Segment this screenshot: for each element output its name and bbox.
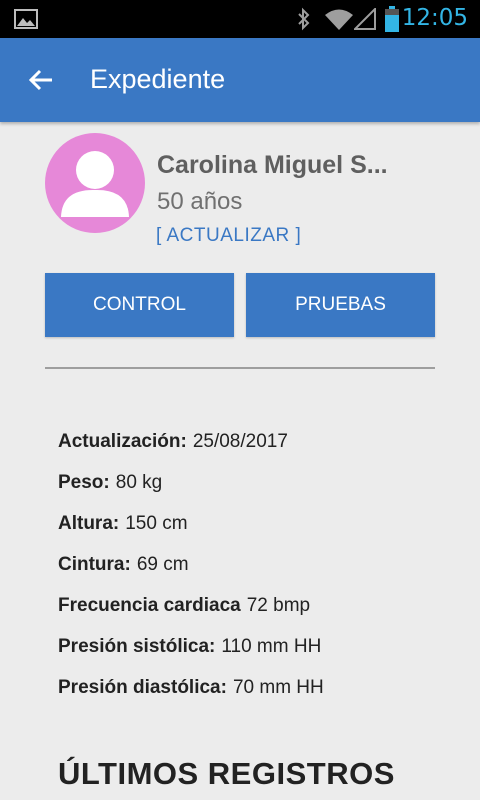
person-icon bbox=[61, 151, 129, 217]
info-row-cintura: Cintura: 69 cm bbox=[58, 554, 324, 595]
info-value: 80 kg bbox=[115, 472, 163, 493]
info-label: Peso: bbox=[58, 472, 110, 493]
section-title: ÚLTIMOS REGISTROS bbox=[58, 756, 395, 791]
control-button[interactable]: CONTROL bbox=[45, 273, 234, 337]
info-row-frecuencia: Frecuencia cardiaca 72 bmp bbox=[58, 595, 324, 636]
info-label: Altura: bbox=[58, 513, 120, 534]
info-value: 150 cm bbox=[125, 513, 188, 534]
page-title: Expediente bbox=[90, 64, 226, 94]
divider bbox=[45, 367, 435, 369]
app-bar: Expediente bbox=[0, 38, 480, 122]
info-list: Actualización: 25/08/2017 Peso: 80 kg Altu… bbox=[58, 431, 324, 718]
battery-icon bbox=[385, 6, 399, 32]
info-value: 110 mm HH bbox=[221, 636, 322, 657]
info-value: 72 bmp bbox=[246, 595, 311, 616]
bluetooth-icon bbox=[298, 7, 310, 31]
profile-age: 50 años bbox=[157, 188, 243, 215]
profile-name: Carolina Miguel S... bbox=[157, 151, 388, 179]
wifi-icon bbox=[325, 9, 353, 30]
info-row-peso: Peso: 80 kg bbox=[58, 472, 324, 513]
info-label: Presión diastólica: bbox=[58, 677, 227, 698]
info-value: 69 cm bbox=[136, 554, 189, 575]
info-label: Actualización: bbox=[58, 431, 187, 452]
avatar bbox=[45, 133, 145, 233]
back-arrow-icon[interactable] bbox=[26, 65, 56, 95]
info-label: Presión sistólica: bbox=[58, 636, 216, 657]
signal-icon bbox=[354, 8, 376, 30]
info-row-altura: Altura: 150 cm bbox=[58, 513, 324, 554]
status-time: 12:05 bbox=[401, 5, 468, 31]
info-value: 70 mm HH bbox=[232, 677, 324, 698]
gallery-icon bbox=[14, 9, 38, 29]
update-link[interactable]: [ ACTUALIZAR ] bbox=[156, 225, 301, 247]
info-row-presion-sistolica: Presión sistólica: 110 mm HH bbox=[58, 636, 324, 677]
info-value: 25/08/2017 bbox=[192, 431, 288, 452]
info-row-presion-diastolica: Presión diastólica: 70 mm HH bbox=[58, 677, 324, 718]
info-label: Frecuencia cardiaca bbox=[58, 595, 241, 616]
info-label: Cintura: bbox=[58, 554, 131, 575]
pruebas-button[interactable]: PRUEBAS bbox=[246, 273, 435, 337]
info-row-actualizacion: Actualización: 25/08/2017 bbox=[58, 431, 324, 472]
status-bar: 12:05 bbox=[0, 0, 480, 38]
